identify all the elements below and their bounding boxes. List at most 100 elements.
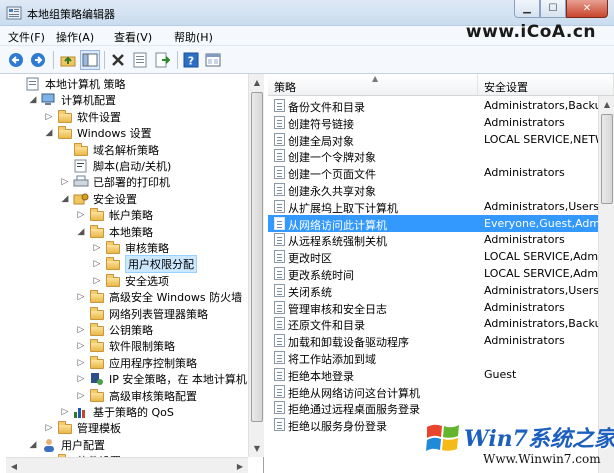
tree-node[interactable]: ▷ 高级审核策略配置: [76, 388, 197, 404]
expand-arrow-icon[interactable]: ▷: [92, 243, 102, 253]
policy-name: 更改系统时间: [288, 269, 354, 282]
tree-node[interactable]: ▷ 软件设置: [44, 109, 121, 125]
expand-arrow-icon[interactable]: ▷: [44, 423, 54, 433]
help-button[interactable]: ?: [181, 50, 201, 70]
menu-help[interactable]: 帮助(H): [174, 29, 213, 45]
tree-node-label: 应用程序控制策略: [109, 356, 197, 370]
menu-file[interactable]: 文件(F): [8, 29, 45, 45]
scroll-left-icon[interactable]: ◀: [6, 458, 22, 473]
list-scroll-thumb[interactable]: [601, 114, 613, 204]
tree-node[interactable]: ▷ 管理模板: [44, 420, 121, 436]
policy-row[interactable]: 创建永久共享对象: [268, 181, 598, 198]
back-button[interactable]: [6, 50, 26, 70]
scroll-down-icon[interactable]: ▼: [249, 440, 265, 456]
list-vertical-scrollbar[interactable]: ▲: [598, 96, 614, 473]
column-header-setting-label: 安全设置: [484, 81, 528, 94]
collapse-arrow-icon[interactable]: ◢: [76, 227, 86, 237]
tree-node[interactable]: ▷ 帐户策略: [76, 207, 153, 223]
policy-row[interactable]: 管理审核和安全日志 Administrators: [268, 299, 598, 316]
policy-name: 将工作站添加到域: [288, 353, 376, 366]
watermark-top: www.iCoA.cn: [465, 22, 596, 42]
expand-arrow-icon[interactable]: ▷: [76, 210, 86, 220]
tree-node[interactable]: 本地计算机 策略: [12, 76, 126, 92]
policy-row[interactable]: 还原文件和目录 Administrators,Backup ...: [268, 315, 599, 332]
expand-arrow-icon[interactable]: ▷: [44, 112, 54, 122]
tree-node[interactable]: ▷ 公钥策略: [76, 322, 153, 338]
collapse-arrow-icon[interactable]: ◢: [60, 194, 70, 204]
column-header-policy[interactable]: 策略 ▲: [268, 74, 478, 96]
policy-row[interactable]: 创建一个页面文件 Administrators: [268, 164, 598, 181]
policy-row[interactable]: 创建全局对象 LOCAL SERVICE,NETWO...: [268, 131, 599, 148]
expand-arrow-icon[interactable]: ▷: [76, 325, 86, 335]
collapse-arrow-icon[interactable]: ◢: [28, 95, 38, 105]
policy-row[interactable]: 从远程系统强制关机 Administrators: [268, 231, 598, 248]
tree-node[interactable]: ◢ 用户配置: [28, 437, 105, 453]
menu-view[interactable]: 查看(V): [114, 29, 152, 45]
close-button[interactable]: ✕: [566, 0, 608, 18]
scroll-up-icon[interactable]: ▲: [249, 74, 265, 90]
tree-node[interactable]: ◢ 本地策略: [76, 224, 153, 240]
expand-arrow-icon[interactable]: ▷: [60, 177, 70, 187]
policy-row[interactable]: 更改时区 LOCAL SERVICE,Admini...: [268, 248, 599, 265]
tree-node[interactable]: ▷ 高级安全 Windows 防火墙: [76, 289, 242, 305]
tree-node[interactable]: ▷ 用户权限分配: [92, 255, 197, 274]
tree-node[interactable]: ▷ 应用程序控制策略: [76, 355, 197, 371]
tree-node[interactable]: ▷ 软件限制策略: [76, 338, 175, 354]
tree-vertical-scrollbar[interactable]: ▲ ▼: [248, 74, 264, 457]
export-list-button[interactable]: [152, 50, 172, 70]
scroll-right-icon[interactable]: ▶: [232, 458, 248, 473]
tree-node[interactable]: ▷ 安全选项: [92, 273, 169, 289]
policy-item-icon: [274, 401, 285, 415]
expand-arrow-icon[interactable]: ▷: [92, 259, 102, 269]
policy-row[interactable]: 拒绝从网络访问这台计算机: [268, 383, 598, 400]
tree-node[interactable]: ◢ Windows 设置: [44, 125, 152, 141]
folder-icon: [89, 290, 105, 304]
column-header-setting[interactable]: 安全设置: [478, 74, 614, 96]
policy-row[interactable]: 从扩展坞上取下计算机 Administrators,Users: [268, 198, 599, 215]
policy-row[interactable]: 更改系统时间 LOCAL SERVICE,Admini...: [268, 265, 599, 282]
scroll-up-icon[interactable]: ▲: [599, 96, 614, 112]
policy-name: 从远程系统强制关机: [288, 235, 387, 249]
policy-row[interactable]: 创建符号链接 Administrators: [268, 114, 598, 131]
expand-arrow-icon[interactable]: ▷: [76, 374, 86, 384]
toolbar-separator: [104, 51, 105, 69]
console-button[interactable]: [203, 50, 223, 70]
policy-row[interactable]: 创建一个令牌对象: [268, 147, 598, 164]
policy-row[interactable]: 从网络访问此计算机 Everyone,Guest,Adminis...: [268, 214, 599, 232]
tree-node[interactable]: ▷ 基于策略的 QoS: [60, 404, 174, 420]
collapse-arrow-icon[interactable]: ◢: [28, 440, 38, 450]
tree-node[interactable]: ▷ 已部署的打印机: [60, 174, 170, 190]
expand-arrow-icon[interactable]: ▷: [76, 391, 86, 401]
policy-row[interactable]: 备份文件和目录 Administrators,Backup ...: [268, 97, 599, 114]
expand-arrow-icon[interactable]: ▷: [76, 341, 86, 351]
minimize-button[interactable]: ▁: [514, 0, 540, 18]
tree-node[interactable]: 域名解析策略: [60, 142, 159, 158]
expand-arrow-icon[interactable]: ▷: [92, 276, 102, 286]
up-folder-button[interactable]: [58, 50, 78, 70]
tree-node-label: 安全选项: [125, 274, 169, 288]
tree-scroll-thumb[interactable]: [251, 92, 263, 422]
collapse-arrow-icon[interactable]: ◢: [44, 128, 54, 138]
tree-node[interactable]: ▷ IP 安全策略，在 本地计算机: [76, 371, 247, 387]
tree-horizontal-scrollbar[interactable]: ◀ ▶: [6, 457, 248, 473]
expand-arrow-icon[interactable]: ▷: [60, 407, 70, 417]
properties-button[interactable]: [130, 50, 150, 70]
tree-node[interactable]: ◢ 计算机配置: [28, 92, 116, 108]
policy-row[interactable]: 拒绝本地登录 Guest: [268, 366, 598, 383]
show-hide-tree-button[interactable]: [80, 50, 100, 70]
policy-row[interactable]: 拒绝通过远程桌面服务登录: [268, 399, 598, 416]
tree-node[interactable]: 脚本(启动/关机): [60, 158, 171, 174]
policy-row[interactable]: 关闭系统 Administrators,Users,Ba...: [268, 282, 599, 299]
menu-action[interactable]: 操作(A): [56, 29, 94, 45]
policy-row[interactable]: 加载和卸载设备驱动程序 Administrators: [268, 332, 598, 349]
policy-item-icon: [274, 199, 285, 213]
tree-node[interactable]: ◢ 安全设置: [60, 191, 137, 207]
expand-arrow-icon[interactable]: ▷: [76, 358, 86, 368]
delete-button[interactable]: [108, 50, 128, 70]
expand-arrow-icon[interactable]: ▷: [76, 292, 86, 302]
tree-node[interactable]: ▷ 审核策略: [92, 240, 169, 256]
policy-row[interactable]: 将工作站添加到域: [268, 349, 598, 366]
tree-node[interactable]: 网络列表管理器策略: [76, 306, 208, 322]
forward-button[interactable]: [28, 50, 48, 70]
maximize-button[interactable]: ☐: [540, 0, 566, 18]
